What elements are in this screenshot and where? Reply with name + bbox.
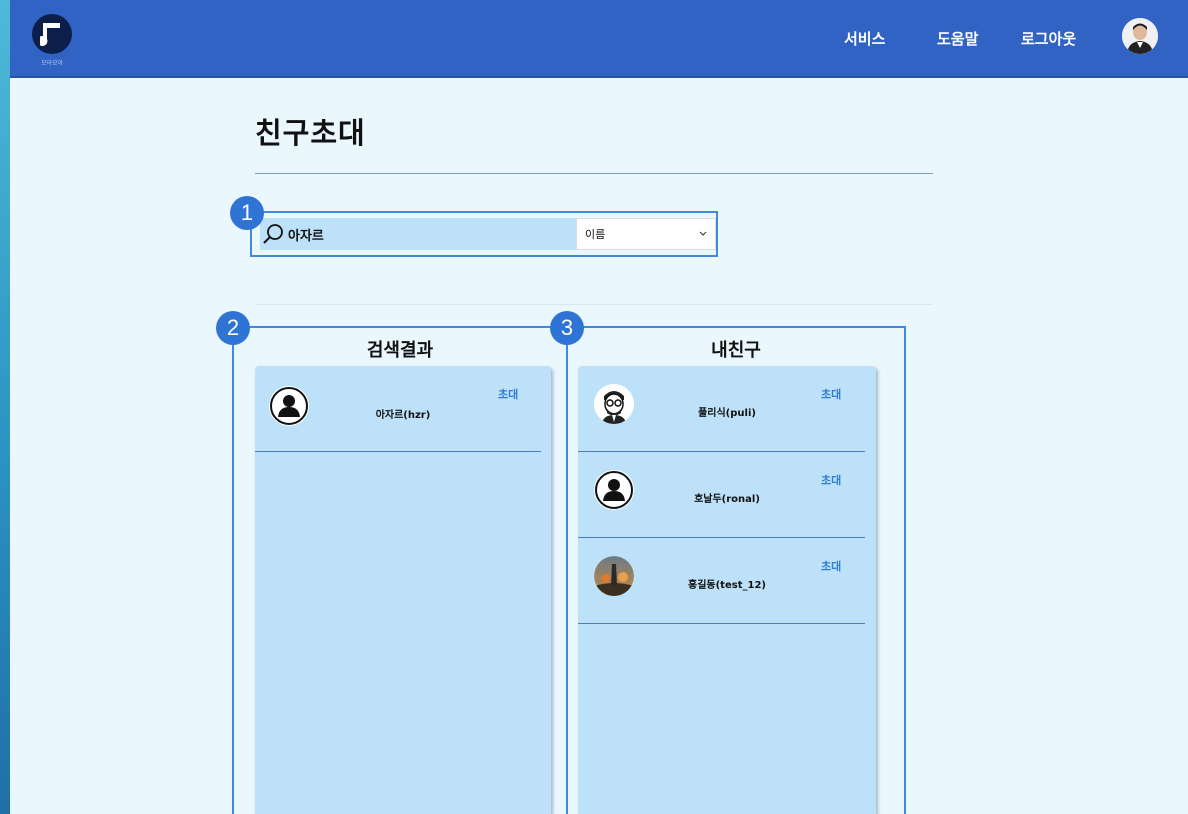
- music-note-icon: [40, 23, 60, 46]
- nav-logout[interactable]: 로그아웃: [1021, 28, 1076, 49]
- my-friends-title: 내친구: [711, 340, 761, 361]
- nav-help[interactable]: 도움말: [937, 28, 978, 49]
- page-title: 친구초대: [255, 116, 366, 150]
- search-type-value: 이름: [585, 228, 606, 241]
- user-avatar[interactable]: [1122, 18, 1158, 54]
- step-badge-1: 1: [230, 196, 264, 230]
- search-input-value: 아자르: [288, 228, 324, 244]
- invite-button[interactable]: 초대: [498, 386, 518, 402]
- title-divider: [255, 173, 933, 174]
- my-friends-list: 풀리식(puli) 초대 호날두(ronal) 초대 홍길동(test_12) …: [578, 366, 876, 814]
- search-icon: [263, 224, 283, 244]
- list-item: 호날두(ronal) 초대: [578, 452, 876, 538]
- row-divider: [578, 623, 865, 624]
- user-name: 풀리식(puli): [698, 408, 756, 419]
- invite-button[interactable]: 초대: [821, 386, 841, 402]
- list-item: 홍길동(test_12) 초대: [578, 538, 876, 624]
- search-results-title: 검색결과: [366, 340, 434, 361]
- profile-photo-icon: [1122, 18, 1158, 54]
- search-type-select[interactable]: 이름: [576, 218, 716, 250]
- chevron-down-icon: [699, 231, 707, 236]
- user-name: 홍길동(test_12): [688, 580, 766, 591]
- list-item: 아자르(hzr) 초대: [255, 366, 551, 452]
- logo-caption: 모아모아: [40, 60, 64, 67]
- nav-service[interactable]: 서비스: [844, 28, 885, 49]
- top-navigation-bar: 모아모아 서비스 도움말 로그아웃: [10, 0, 1188, 78]
- invite-button[interactable]: 초대: [821, 558, 841, 574]
- list-item: 풀리식(puli) 초대: [578, 366, 876, 452]
- user-name: 아자르(hzr): [375, 410, 431, 421]
- section-divider: [255, 304, 933, 305]
- invite-button[interactable]: 초대: [821, 472, 841, 488]
- row-divider: [255, 451, 541, 452]
- user-name: 호날두(ronal): [694, 494, 760, 505]
- search-results-list: 아자르(hzr) 초대: [255, 366, 551, 814]
- search-bar: 아자르 이름: [250, 211, 718, 257]
- side-strip: [0, 0, 10, 814]
- app-logo[interactable]: [32, 14, 72, 54]
- search-input[interactable]: 아자르: [260, 218, 576, 250]
